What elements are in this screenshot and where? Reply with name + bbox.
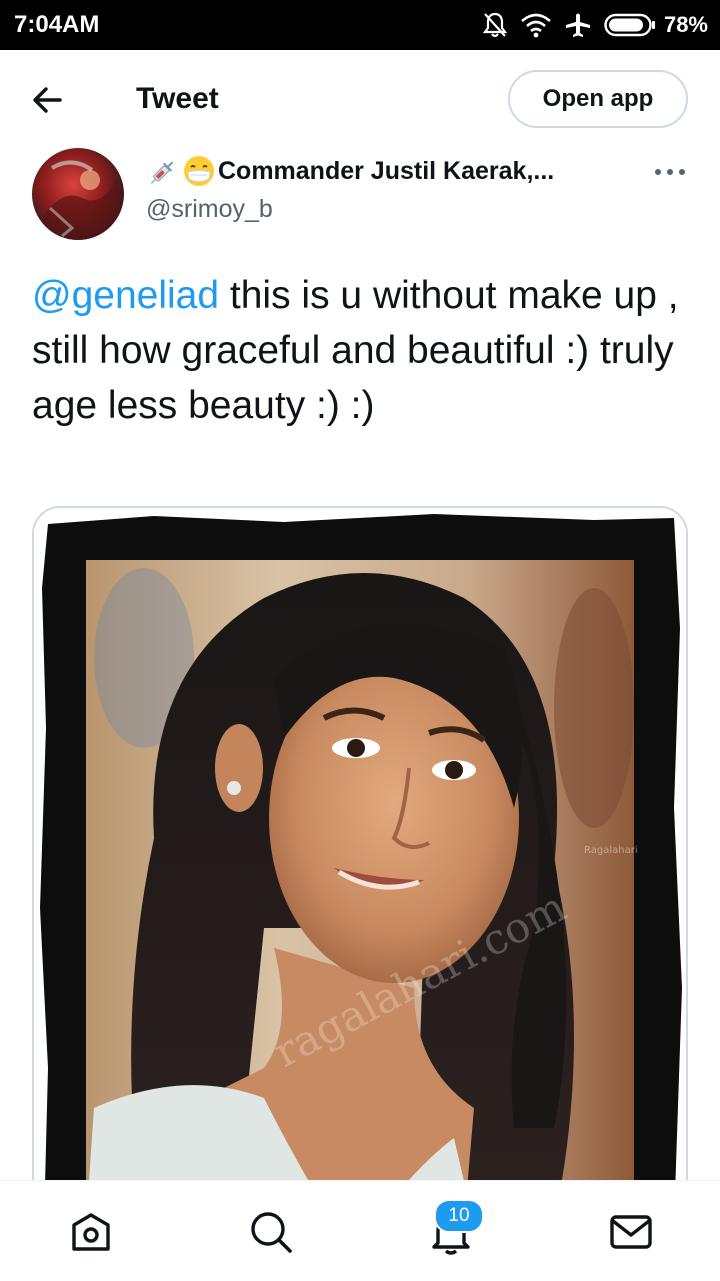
wifi-icon	[521, 13, 551, 38]
more-horizontal-icon	[655, 169, 685, 175]
mention-link[interactable]: @geneliad	[32, 274, 219, 317]
status-bar: 7:04AM 78%	[0, 0, 720, 50]
page-title: Tweet	[136, 82, 219, 115]
search-icon	[251, 1212, 292, 1253]
notifications-badge: 10	[434, 1199, 484, 1233]
nav-search[interactable]	[246, 1207, 296, 1257]
bottom-nav: 10	[0, 1180, 720, 1281]
open-app-button[interactable]: Open app	[508, 70, 688, 128]
back-button[interactable]	[28, 80, 68, 120]
arrow-left-icon	[33, 87, 62, 113]
battery-icon	[604, 13, 655, 37]
nav-messages[interactable]	[606, 1207, 656, 1257]
more-options-button[interactable]	[652, 160, 688, 184]
mail-icon	[610, 1215, 652, 1249]
face-with-mask-icon	[184, 156, 214, 186]
tweet-media[interactable]: ragalahari.com Ragalahari	[32, 506, 688, 1226]
airplane-icon	[565, 13, 590, 37]
nav-home[interactable]	[66, 1207, 116, 1257]
battery-percentage: 78%	[663, 12, 708, 37]
tweet-text: @geneliad this is u without make up , st…	[32, 268, 692, 433]
bell-muted-icon	[482, 12, 508, 38]
syringe-icon	[150, 161, 174, 184]
author-name: Commander Justil Kaerak,...	[218, 156, 555, 185]
author-handle[interactable]: @srimoy_b	[146, 195, 273, 224]
avatar-image	[32, 148, 124, 240]
photo-image: ragalahari.com Ragalahari	[34, 508, 686, 1224]
author-name-row[interactable]: Commander Justil Kaerak,...	[146, 154, 554, 188]
media-small-watermark: Ragalahari	[584, 845, 638, 856]
avatar[interactable]	[32, 148, 124, 240]
status-time: 7:04AM	[14, 11, 100, 38]
status-icons: 78%	[482, 9, 708, 41]
header: Tweet Open app	[0, 50, 720, 146]
home-icon	[72, 1213, 110, 1251]
